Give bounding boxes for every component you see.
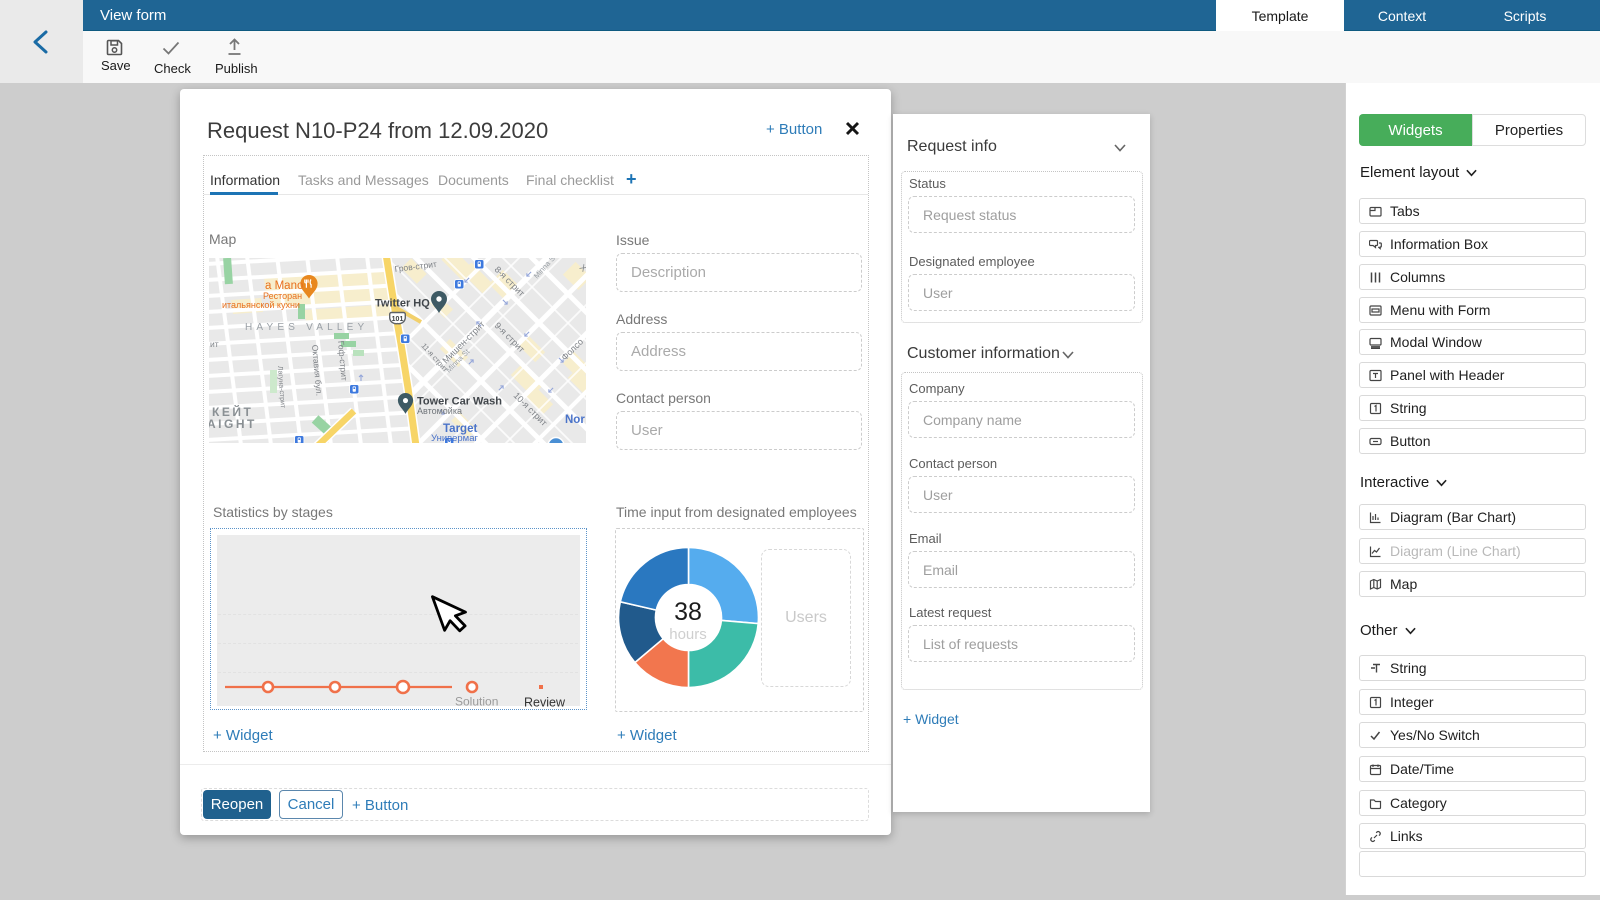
svg-text:HAYES VALLEY: HAYES VALLEY [245,322,368,333]
svg-text:101: 101 [392,316,404,323]
svg-text:Автомойка: Автомойка [417,406,462,416]
svg-text:AIGHT: AIGHT [209,417,257,431]
svg-text:Nor: Nor [565,414,585,426]
svg-text:ит: ит [210,339,219,349]
svg-text:Solution: Solution [455,695,498,709]
svg-text:Универмаг: Универмаг [431,433,478,443]
svg-text:итальянской кухни: итальянской кухни [222,300,300,310]
svg-text:Review: Review [524,696,566,710]
svg-text:Twitter HQ: Twitter HQ [375,298,430,310]
